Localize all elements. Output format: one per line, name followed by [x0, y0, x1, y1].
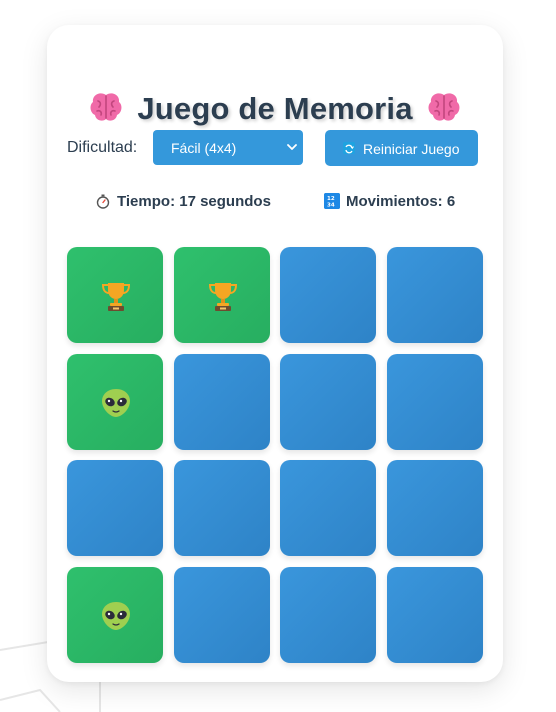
controls-bar: Dificultad: Fácil (4x4) Reiniciar Juego: [67, 130, 479, 166]
difficulty-select[interactable]: Fácil (4x4): [153, 130, 303, 165]
memory-card[interactable]: [280, 354, 376, 450]
memory-card[interactable]: [174, 247, 270, 343]
game-title: Juego de Memoria: [47, 89, 503, 127]
alien-icon: [99, 599, 133, 633]
trophy-icon: [99, 279, 133, 313]
moves-text: Movimientos: 6: [346, 193, 456, 210]
memory-card[interactable]: [280, 460, 376, 556]
time-stat: Tiempo: 17 segundos: [95, 193, 271, 210]
memory-card[interactable]: [67, 567, 163, 663]
memory-card[interactable]: [174, 354, 270, 450]
svg-text:34: 34: [327, 203, 335, 209]
game-card: Juego de Memoria Dificultad: Fácil (4x4)…: [47, 25, 503, 682]
brain-icon: [428, 93, 459, 121]
stopwatch-icon: [96, 194, 110, 209]
memory-card[interactable]: [67, 460, 163, 556]
difficulty-value: Fácil (4x4): [171, 140, 237, 156]
brain-icon: [91, 93, 122, 121]
memory-card[interactable]: [387, 567, 483, 663]
game-board: [67, 247, 483, 663]
numbers-icon: 12 34: [324, 193, 340, 209]
reset-game-label: Reiniciar Juego: [363, 141, 460, 157]
memory-card[interactable]: [387, 247, 483, 343]
memory-card[interactable]: [67, 354, 163, 450]
game-title-text: Juego de Memoria: [137, 91, 413, 126]
memory-card[interactable]: [387, 354, 483, 450]
trophy-icon: [206, 279, 240, 313]
difficulty-label: Dificultad:: [67, 139, 138, 156]
chevron-down-icon: [287, 144, 297, 150]
reset-game-button[interactable]: Reiniciar Juego: [325, 130, 478, 166]
memory-card[interactable]: [67, 247, 163, 343]
memory-card[interactable]: [174, 460, 270, 556]
alien-icon: [99, 386, 133, 420]
memory-card[interactable]: [280, 567, 376, 663]
memory-card[interactable]: [174, 567, 270, 663]
memory-card[interactable]: [280, 247, 376, 343]
memory-card[interactable]: [387, 460, 483, 556]
moves-stat: 12 34 Movimientos: 6: [324, 193, 455, 210]
time-text: Tiempo: 17 segundos: [117, 193, 271, 210]
stats-bar: Tiempo: 17 segundos 12 34 Movimientos: 6: [47, 193, 503, 215]
svg-text:12: 12: [327, 196, 335, 202]
refresh-icon: [343, 142, 355, 154]
